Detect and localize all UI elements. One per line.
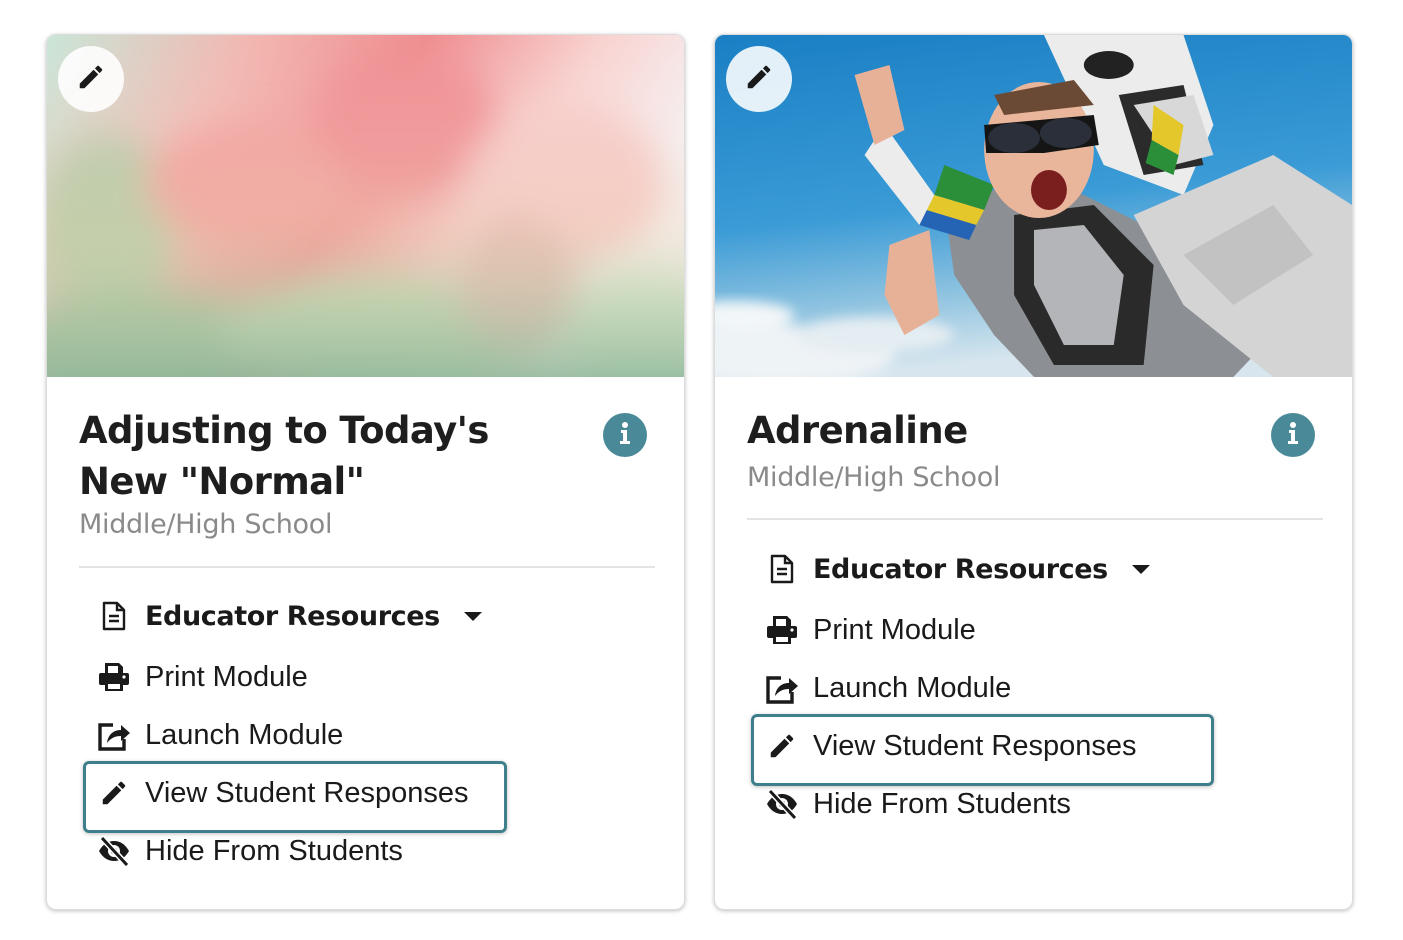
external-link-icon <box>765 671 799 705</box>
module-title: Adjusting to Today's New "Normal" <box>79 409 489 503</box>
pencil-icon <box>97 776 131 810</box>
pencil-icon <box>76 62 106 97</box>
educator-resources-dropdown[interactable]: Educator Resources <box>765 543 1325 595</box>
module-level: Middle/High School <box>747 462 1001 493</box>
launch-module-link[interactable]: Launch Module <box>97 706 657 764</box>
launch-module-label: Launch Module <box>813 671 1012 704</box>
module-actions-menu: Educator Resources Print Module Launch M… <box>83 590 657 880</box>
module-card-adjusting: Adjusting to Today's New "Normal" Middle… <box>46 34 685 910</box>
divider <box>79 566 655 568</box>
module-card-adrenaline: Adrenaline Middle/High School Educator R… <box>714 34 1353 910</box>
eye-slash-icon <box>97 834 131 868</box>
educator-resources-label: Educator Resources <box>145 600 440 632</box>
printer-icon <box>97 660 131 694</box>
launch-module-link[interactable]: Launch Module <box>765 659 1325 717</box>
module-actions-menu: Educator Resources Print Module Launch M… <box>751 543 1325 833</box>
module-title: Adrenaline <box>747 409 968 452</box>
info-button[interactable] <box>603 413 647 457</box>
eye-slash-icon <box>765 787 799 821</box>
divider <box>747 518 1323 520</box>
chevron-down-icon <box>1131 564 1150 574</box>
edit-thumbnail-button[interactable] <box>58 46 124 112</box>
info-icon <box>1282 420 1304 451</box>
module-thumbnail-image[interactable] <box>47 35 684 377</box>
hide-from-students-label: Hide From Students <box>813 787 1071 820</box>
view-student-responses-link[interactable]: View Student Responses <box>751 714 1325 786</box>
view-student-responses-label: View Student Responses <box>145 776 469 809</box>
print-module-link[interactable]: Print Module <box>97 648 657 706</box>
edit-thumbnail-button[interactable] <box>726 46 792 112</box>
document-icon <box>97 599 131 633</box>
hide-from-students-label: Hide From Students <box>145 834 403 867</box>
hide-from-students-link[interactable]: Hide From Students <box>765 775 1325 833</box>
educator-resources-dropdown[interactable]: Educator Resources <box>97 590 657 642</box>
pencil-icon <box>765 729 799 763</box>
info-icon <box>614 420 636 451</box>
chevron-down-icon <box>463 611 482 621</box>
print-module-label: Print Module <box>145 660 308 693</box>
module-thumbnail-image[interactable] <box>715 35 1352 377</box>
module-level: Middle/High School <box>79 509 333 540</box>
print-module-link[interactable]: Print Module <box>765 601 1325 659</box>
printer-icon <box>765 613 799 647</box>
view-student-responses-label: View Student Responses <box>813 729 1137 762</box>
launch-module-label: Launch Module <box>145 718 344 751</box>
educator-resources-label: Educator Resources <box>813 553 1108 585</box>
hide-from-students-link[interactable]: Hide From Students <box>97 822 657 880</box>
document-icon <box>765 552 799 586</box>
pencil-icon <box>744 62 774 97</box>
view-student-responses-link[interactable]: View Student Responses <box>83 761 657 833</box>
info-button[interactable] <box>1271 413 1315 457</box>
external-link-icon <box>97 718 131 752</box>
print-module-label: Print Module <box>813 613 976 646</box>
